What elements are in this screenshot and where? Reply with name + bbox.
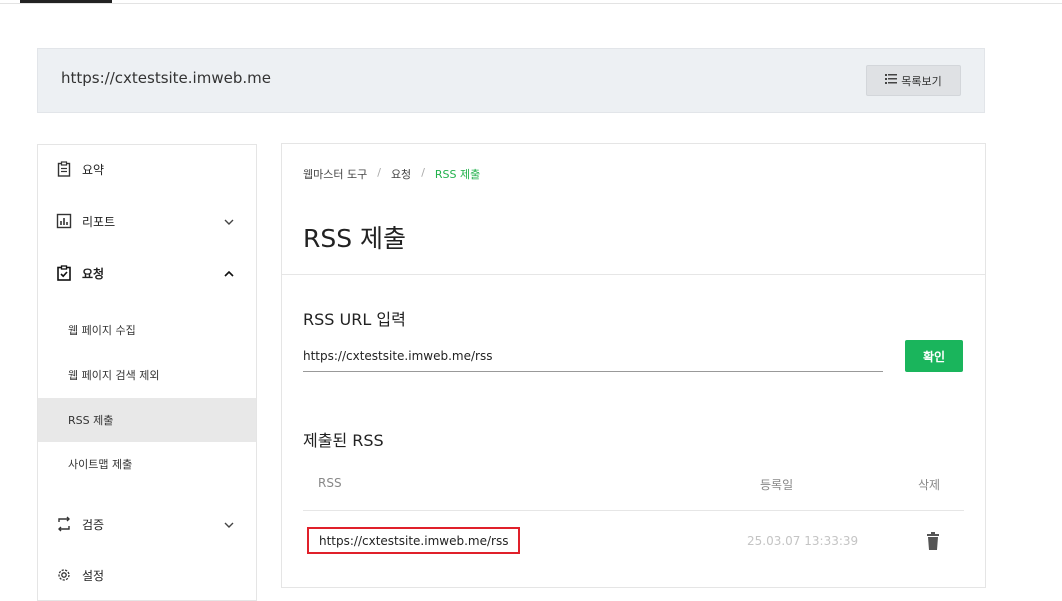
breadcrumb-separator: /	[421, 166, 425, 179]
sidebar-item-label: 요약	[82, 162, 105, 177]
sidebar-subitem-label: 웹 페이지 검색 제외	[68, 369, 160, 382]
sidebar-item-label: 설정	[82, 568, 105, 583]
active-tab-indicator	[20, 0, 112, 3]
sidebar-item-verify[interactable]: 검증	[38, 502, 256, 546]
chevron-down-icon	[224, 518, 234, 531]
chevron-up-icon	[224, 267, 234, 280]
rss-row-date: 25.03.07 13:33:39	[747, 534, 859, 548]
sidebar-item-summary[interactable]: 요약	[38, 147, 256, 191]
sidebar-subitem-web-page-exclude[interactable]: 웹 페이지 검색 제외	[38, 353, 256, 397]
sidebar-item-label: 리포트	[82, 214, 116, 229]
page-title: RSS 제출	[303, 224, 407, 253]
sidebar-item-request[interactable]: 요청	[38, 251, 256, 295]
checked-clipboard-icon	[56, 265, 72, 281]
table-header-rss: RSS	[318, 476, 342, 490]
sidebar-subitem-rss-submit[interactable]: RSS 제출	[38, 398, 256, 442]
sidebar: 요약 리포트 요청 웹 페이지 수집 웹 페이지 검색 제외 RSS 제출 사이…	[37, 144, 257, 601]
confirm-button[interactable]: 확인	[905, 340, 963, 372]
breadcrumb-separator: /	[377, 166, 381, 179]
breadcrumb-item[interactable]: 웹마스터 도구	[303, 166, 367, 182]
sidebar-subitem-label: 사이트맵 제출	[68, 458, 133, 471]
rss-url-input-title: RSS URL 입력	[303, 310, 406, 329]
breadcrumb: 웹마스터 도구 / 요청 / RSS 제출	[303, 166, 480, 182]
site-bar: https://cxtestsite.imweb.me 목록보기	[37, 48, 985, 113]
list-icon	[885, 74, 898, 87]
table-divider	[303, 510, 964, 511]
trash-icon[interactable]	[924, 532, 942, 552]
sidebar-subitem-label: 웹 페이지 수집	[68, 324, 136, 337]
chevron-down-icon	[224, 215, 234, 228]
breadcrumb-current: RSS 제출	[434, 168, 481, 181]
list-view-label: 목록보기	[901, 74, 942, 88]
table-header-delete: 삭제	[918, 478, 941, 492]
submitted-rss-title: 제출된 RSS	[303, 431, 384, 450]
sidebar-item-report[interactable]: 리포트	[38, 199, 256, 243]
bar-chart-icon	[56, 213, 72, 229]
list-view-button[interactable]: 목록보기	[866, 65, 961, 96]
swap-arrows-icon	[56, 516, 72, 532]
rss-url-input[interactable]	[303, 341, 883, 372]
sidebar-item-label: 검증	[82, 517, 105, 532]
site-url: https://cxtestsite.imweb.me	[61, 69, 271, 87]
breadcrumb-item[interactable]: 요청	[391, 166, 411, 182]
sidebar-subitem-web-page-collect[interactable]: 웹 페이지 수집	[38, 308, 256, 352]
rss-row-url[interactable]: https://cxtestsite.imweb.me/rss	[307, 527, 521, 554]
table-header-date: 등록일	[760, 478, 794, 492]
sidebar-item-label: 요청	[82, 266, 105, 281]
header-divider	[282, 274, 985, 275]
sidebar-item-settings[interactable]: 설정	[38, 553, 256, 597]
sidebar-subitem-sitemap-submit[interactable]: 사이트맵 제출	[38, 442, 256, 486]
main-panel: 웹마스터 도구 / 요청 / RSS 제출 RSS 제출 RSS URL 입력 …	[281, 143, 986, 588]
top-divider	[0, 3, 1062, 4]
gear-icon	[56, 567, 72, 583]
sidebar-subitem-label: RSS 제출	[68, 414, 114, 427]
clipboard-icon	[56, 161, 72, 177]
